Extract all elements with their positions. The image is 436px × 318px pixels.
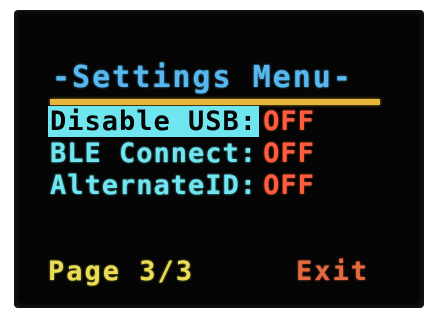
menu-item-disable-usb[interactable]: Disable USB: OFF [48, 105, 315, 137]
title-divider [50, 99, 380, 105]
menu-title: -Settings Menu- [52, 60, 353, 95]
menu-item-alternate-id[interactable]: AlternateID: OFF [48, 169, 315, 201]
menu-item-label: BLE Connect: [50, 137, 258, 169]
exit-button[interactable]: Exit [296, 256, 369, 287]
settings-screen: -Settings Menu- Disable USB: OFF BLE Con… [46, 60, 386, 300]
menu-item-label: AlternateID: [50, 169, 258, 201]
page-indicator: Page 3/3 [48, 256, 195, 287]
menu-item-value: OFF [263, 169, 315, 201]
menu-item-ble-connect[interactable]: BLE Connect: OFF [48, 137, 315, 169]
oled-display: -Settings Menu- Disable USB: OFF BLE Con… [14, 10, 424, 308]
menu-item-value: OFF [263, 137, 315, 169]
menu-item-label: Disable USB: [48, 105, 260, 137]
menu-item-value: OFF [263, 105, 315, 137]
